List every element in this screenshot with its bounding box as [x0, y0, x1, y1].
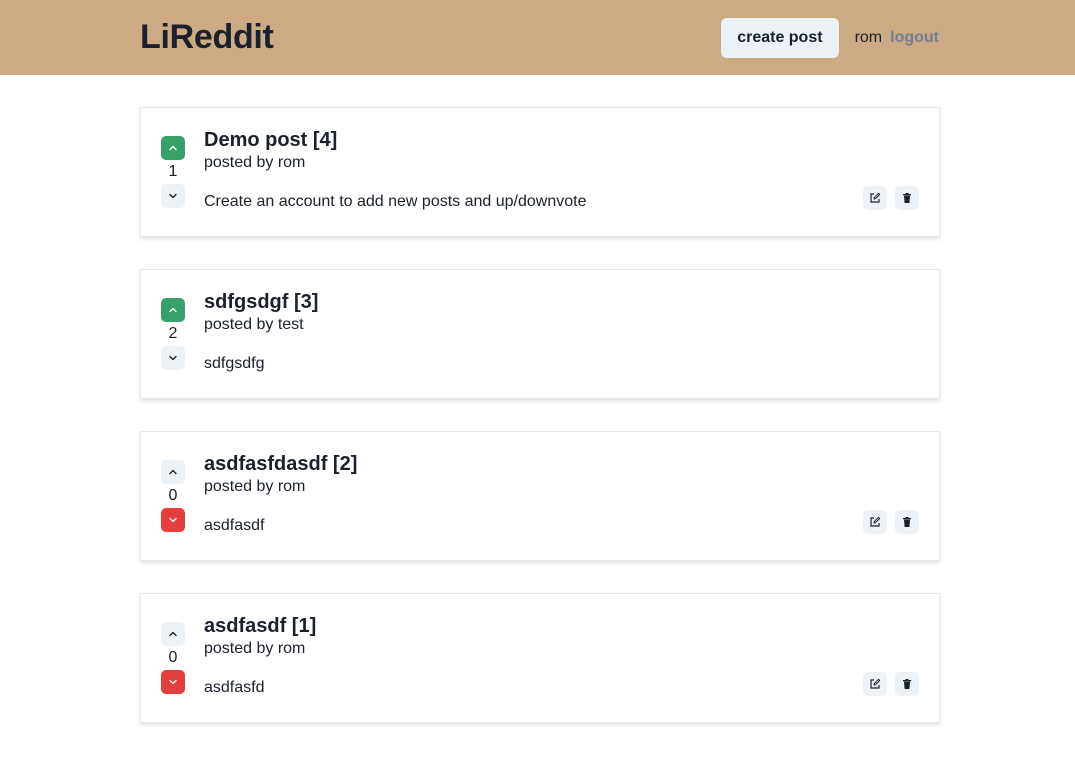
downvote-button[interactable]	[161, 184, 185, 208]
upvote-button[interactable]	[161, 136, 185, 160]
post-actions	[855, 672, 919, 696]
vote-score: 0	[168, 487, 178, 504]
upvote-button[interactable]	[161, 460, 185, 484]
edit-icon	[870, 192, 881, 203]
vote-section: 2	[161, 298, 185, 370]
trash-icon	[903, 679, 911, 689]
post-actions	[855, 510, 919, 534]
navbar-actions: create post rom logout	[721, 17, 939, 58]
downvote-button[interactable]	[161, 346, 185, 370]
post-snippet: Create an account to add new posts and u…	[204, 193, 587, 210]
post-author: posted by test	[204, 316, 304, 333]
chevron-up-icon	[169, 469, 177, 475]
post-author: posted by rom	[204, 640, 306, 657]
trash-icon	[903, 517, 911, 527]
navbar: LiReddit create post rom logout	[0, 0, 1075, 75]
vote-section: 0	[161, 460, 185, 532]
edit-icon	[870, 516, 881, 527]
chevron-up-icon	[169, 145, 177, 151]
post-card: 0 asdfasdf [1] posted by rom asdfasfd	[140, 593, 940, 723]
edit-post-button[interactable]	[863, 672, 887, 696]
upvote-button[interactable]	[161, 622, 185, 646]
post-content: sdfgsdgf [3] posted by test sdfgsdfg	[204, 290, 318, 374]
post-actions	[855, 186, 919, 210]
edit-post-button[interactable]	[863, 510, 887, 534]
vote-section: 1	[161, 136, 185, 208]
post-content: asdfasdf [1] posted by rom asdfasfd	[204, 614, 316, 698]
brand-logo[interactable]: LiReddit	[140, 18, 274, 57]
logout-button[interactable]: logout	[890, 29, 939, 47]
post-title[interactable]: asdfasfdasdf [2]	[204, 452, 357, 476]
delete-post-button[interactable]	[895, 672, 919, 696]
post-card: 1 Demo post [4] posted by rom Create an …	[140, 107, 940, 237]
edit-post-button[interactable]	[863, 186, 887, 210]
chevron-up-icon	[169, 631, 177, 637]
trash-icon	[903, 193, 911, 203]
vote-score: 2	[168, 325, 178, 342]
post-content: asdfasfdasdf [2] posted by rom asdfasdf	[204, 452, 357, 536]
chevron-down-icon	[169, 679, 177, 685]
downvote-button[interactable]	[161, 670, 185, 694]
create-post-button[interactable]: create post	[721, 17, 839, 58]
delete-post-button[interactable]	[895, 186, 919, 210]
navbar-inner: LiReddit create post rom logout	[140, 0, 939, 75]
chevron-down-icon	[169, 517, 177, 523]
post-title[interactable]: asdfasdf [1]	[204, 614, 316, 638]
chevron-up-icon	[169, 307, 177, 313]
post-title[interactable]: Demo post [4]	[204, 128, 586, 152]
edit-icon	[870, 678, 881, 689]
username-label: rom	[854, 28, 883, 46]
post-card: 0 asdfasfdasdf [2] posted by rom asdfasd…	[140, 431, 940, 561]
vote-score: 0	[168, 649, 178, 666]
post-snippet: asdfasdf	[204, 517, 265, 534]
post-content: Demo post [4] posted by rom Create an ac…	[204, 128, 586, 212]
post-feed: 1 Demo post [4] posted by rom Create an …	[140, 107, 940, 755]
post-author: posted by rom	[204, 154, 306, 171]
upvote-button[interactable]	[161, 298, 185, 322]
post-snippet: sdfgsdfg	[204, 355, 265, 372]
chevron-down-icon	[169, 355, 177, 361]
delete-post-button[interactable]	[895, 510, 919, 534]
vote-section: 0	[161, 622, 185, 694]
post-snippet: asdfasfd	[204, 679, 265, 696]
vote-score: 1	[168, 163, 178, 180]
post-card: 2 sdfgsdgf [3] posted by test sdfgsdfg	[140, 269, 940, 399]
post-title[interactable]: sdfgsdgf [3]	[204, 290, 318, 314]
chevron-down-icon	[169, 193, 177, 199]
downvote-button[interactable]	[161, 508, 185, 532]
post-author: posted by rom	[204, 478, 306, 495]
